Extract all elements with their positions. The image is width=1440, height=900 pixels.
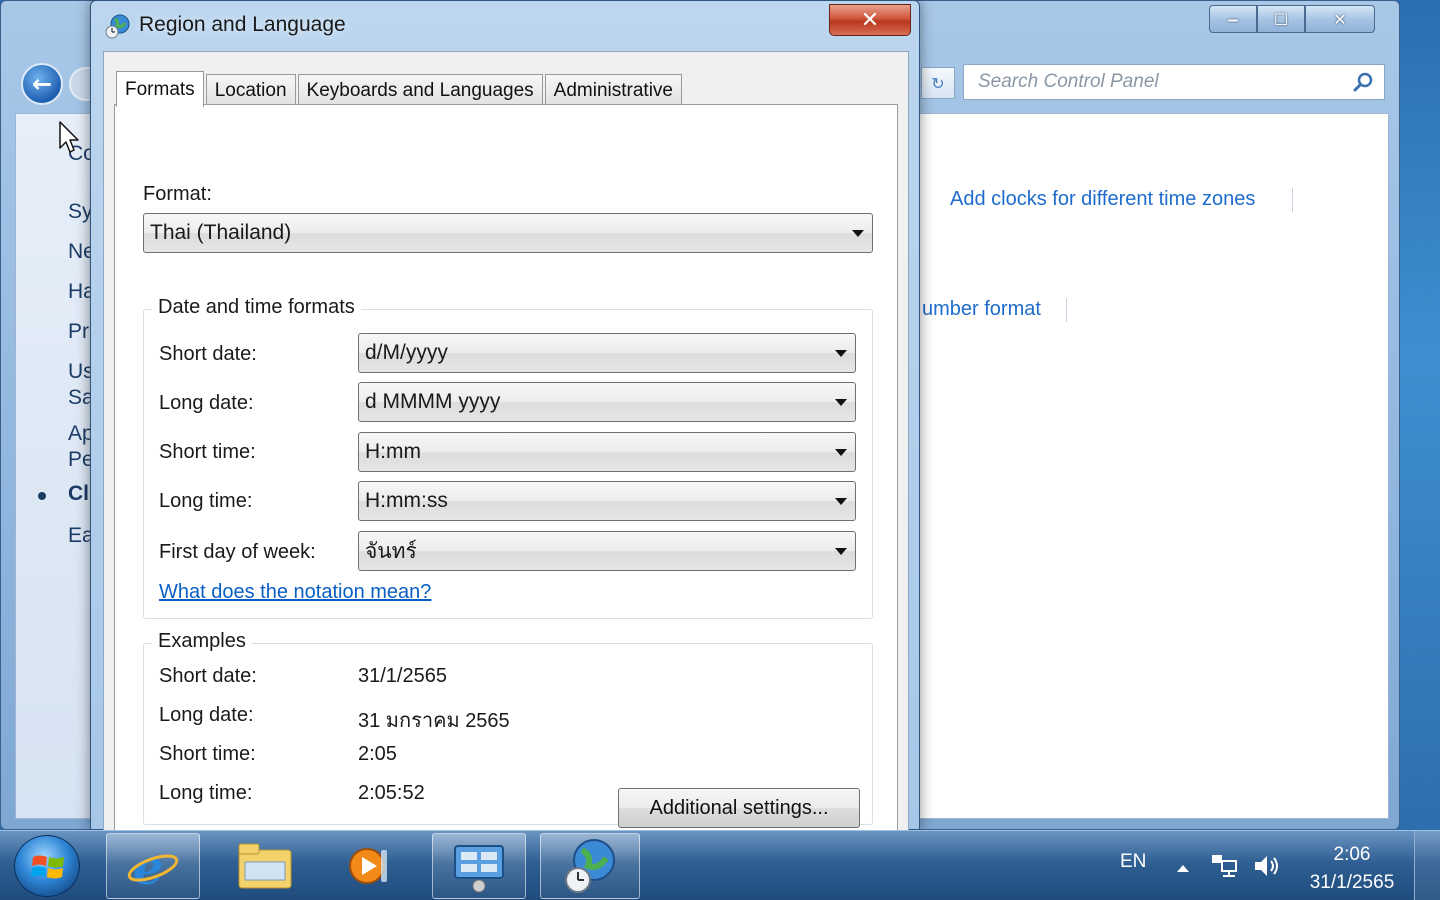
refresh-button[interactable]: ↻ [921, 67, 955, 99]
number-format-link[interactable]: umber format [922, 298, 1041, 321]
example-long-date-value: 31 มกราคม 2565 [358, 710, 510, 732]
close-icon: ✕ [1333, 9, 1347, 29]
long-time-select[interactable]: H:mm:ss [358, 481, 856, 521]
long-date-select[interactable]: d MMMM yyyy [358, 382, 856, 422]
chevron-down-icon [835, 548, 847, 555]
tab-location[interactable]: Location [205, 74, 296, 106]
tab-administrative[interactable]: Administrative [544, 74, 682, 106]
back-arrow-icon: ← [31, 70, 53, 98]
chevron-down-icon [835, 350, 847, 357]
examples-title: Examples [152, 630, 252, 653]
clock-time: 2:06 [1333, 844, 1371, 865]
example-short-date-value: 31/1/2565 [358, 665, 447, 687]
taskbar-media-player[interactable] [322, 833, 416, 899]
add-clocks-link[interactable]: Add clocks for different time zones [950, 188, 1255, 211]
date-time-formats-title: Date and time formats [152, 296, 361, 319]
network-icon[interactable] [1210, 851, 1240, 879]
long-date-label: Long date: [159, 392, 254, 414]
volume-icon[interactable] [1252, 853, 1282, 879]
search-box[interactable] [963, 64, 1385, 100]
start-button[interactable] [14, 835, 80, 897]
short-date-select[interactable]: d/M/yyyy [358, 333, 856, 373]
format-label: Format: [143, 183, 212, 205]
short-time-select[interactable]: H:mm [358, 432, 856, 472]
example-short-time-label: Short time: [159, 743, 256, 765]
example-long-date-label: Long date: [159, 704, 254, 726]
first-day-of-week-select-value: จันทร์ [365, 539, 417, 563]
region-language-dialog: Region and Language ✕ Formats Location K… [90, 0, 920, 832]
tab-formats[interactable]: Formats [116, 71, 204, 107]
short-time-select-value: H:mm [365, 440, 421, 463]
chevron-down-icon [852, 230, 864, 237]
taskbar-region-and-language[interactable] [540, 833, 640, 899]
dialog-body: Formats Location Keyboards and Languages… [103, 51, 909, 832]
search-input[interactable] [978, 71, 1338, 93]
taskbar: e EN 2:06 31/1/2565 [0, 830, 1440, 900]
example-short-time-value: 2:05 [358, 743, 397, 765]
maximize-button[interactable]: ☐ [1257, 5, 1305, 33]
dialog-title: Region and Language [139, 13, 346, 36]
example-short-date-label: Short date: [159, 665, 257, 687]
notation-help-link[interactable]: What does the notation mean? [159, 581, 431, 604]
format-select[interactable]: Thai (Thailand) [143, 213, 873, 253]
first-day-of-week-label: First day of week: [159, 541, 316, 563]
show-hidden-icons-button[interactable] [1177, 865, 1189, 872]
chevron-down-icon [835, 498, 847, 505]
back-button[interactable]: ← [21, 63, 63, 105]
maximize-icon: ☐ [1273, 9, 1289, 29]
link-separator [1292, 188, 1293, 212]
short-date-select-value: d/M/yyyy [365, 341, 448, 364]
format-select-value: Thai (Thailand) [150, 221, 292, 244]
globe-clock-icon [105, 14, 130, 39]
control-panel-main: Add clocks for different time zones umbe… [911, 113, 1389, 819]
close-window-button[interactable]: ✕ [1305, 5, 1375, 33]
internet-explorer-icon: e [127, 840, 179, 894]
refresh-icon: ↻ [931, 73, 945, 93]
formats-tab-page: Format: Thai (Thailand) Date and time fo… [114, 104, 898, 832]
cp-caption-buttons: ‒ ☐ ✕ [1209, 5, 1375, 33]
media-player-icon [349, 848, 387, 884]
long-time-select-value: H:mm:ss [365, 489, 448, 512]
dialog-close-button[interactable]: ✕ [829, 4, 911, 36]
short-date-label: Short date: [159, 343, 257, 365]
chevron-down-icon [835, 449, 847, 456]
taskbar-clock[interactable]: 2:06 31/1/2565 [1300, 841, 1404, 897]
control-panel-icon [454, 845, 504, 893]
minimize-icon: ‒ [1227, 9, 1239, 29]
search-icon[interactable] [1352, 71, 1374, 93]
first-day-of-week-select[interactable]: จันทร์ [358, 531, 856, 571]
close-icon: ✕ [860, 7, 880, 33]
current-item-bullet [38, 492, 46, 500]
windows-logo-icon [31, 855, 64, 879]
short-time-label: Short time: [159, 441, 256, 463]
taskbar-windows-explorer[interactable] [218, 833, 312, 899]
additional-settings-button[interactable]: Additional settings... [618, 788, 860, 828]
example-long-time-label: Long time: [159, 782, 253, 804]
minimize-button[interactable]: ‒ [1209, 5, 1257, 33]
tab-strip: Formats Location Keyboards and Languages… [116, 70, 684, 107]
mouse-cursor-icon [59, 121, 79, 153]
tab-keyboards-and-languages[interactable]: Keyboards and Languages [297, 74, 543, 106]
long-time-label: Long time: [159, 490, 253, 512]
taskbar-control-panel[interactable] [432, 833, 526, 899]
folder-icon [238, 843, 292, 889]
language-indicator[interactable]: EN [1120, 851, 1146, 873]
link-separator [1066, 298, 1067, 322]
chevron-down-icon [835, 399, 847, 406]
example-long-time-value: 2:05:52 [358, 782, 425, 804]
globe-clock-icon [565, 839, 615, 893]
long-date-select-value: d MMMM yyyy [365, 390, 501, 413]
taskbar-internet-explorer[interactable]: e [106, 833, 200, 899]
show-desktop-button[interactable] [1414, 831, 1440, 900]
clock-date: 31/1/2565 [1309, 872, 1395, 893]
